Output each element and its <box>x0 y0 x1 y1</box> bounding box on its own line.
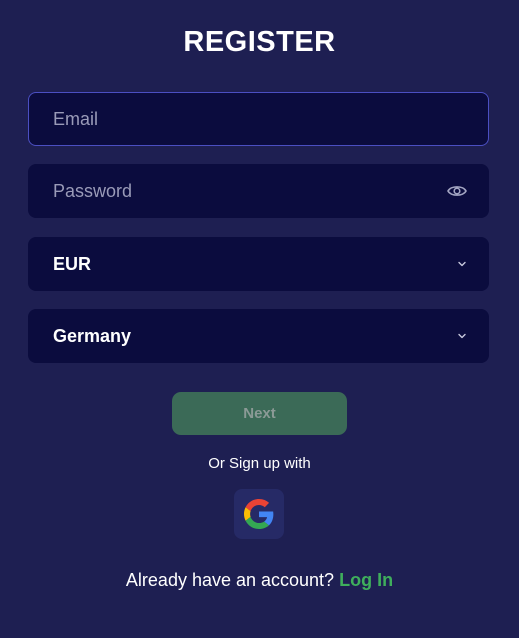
or-sign-up-label: Or Sign up with <box>208 455 311 472</box>
chevron-down-icon <box>458 333 466 339</box>
currency-select[interactable]: EUR <box>28 237 489 291</box>
login-link[interactable]: Log In <box>339 570 393 590</box>
google-signup-button[interactable] <box>234 489 284 539</box>
eye-icon <box>447 186 467 196</box>
email-field[interactable]: Email <box>28 92 489 146</box>
password-field[interactable]: Password <box>28 164 489 218</box>
next-button[interactable]: Next <box>172 392 347 435</box>
page-title: REGISTER <box>183 26 336 58</box>
email-placeholder: Email <box>53 108 99 129</box>
password-placeholder: Password <box>53 180 133 201</box>
login-prompt-text: Already have an account? <box>125 570 335 590</box>
currency-value: EUR <box>53 253 92 274</box>
google-icon <box>244 499 274 529</box>
country-value: Germany <box>53 325 132 346</box>
country-select[interactable]: Germany <box>28 309 489 363</box>
chevron-down-icon <box>458 261 466 267</box>
show-password-toggle[interactable] <box>447 184 467 198</box>
login-prompt: Already have an account? Log In <box>0 570 519 591</box>
